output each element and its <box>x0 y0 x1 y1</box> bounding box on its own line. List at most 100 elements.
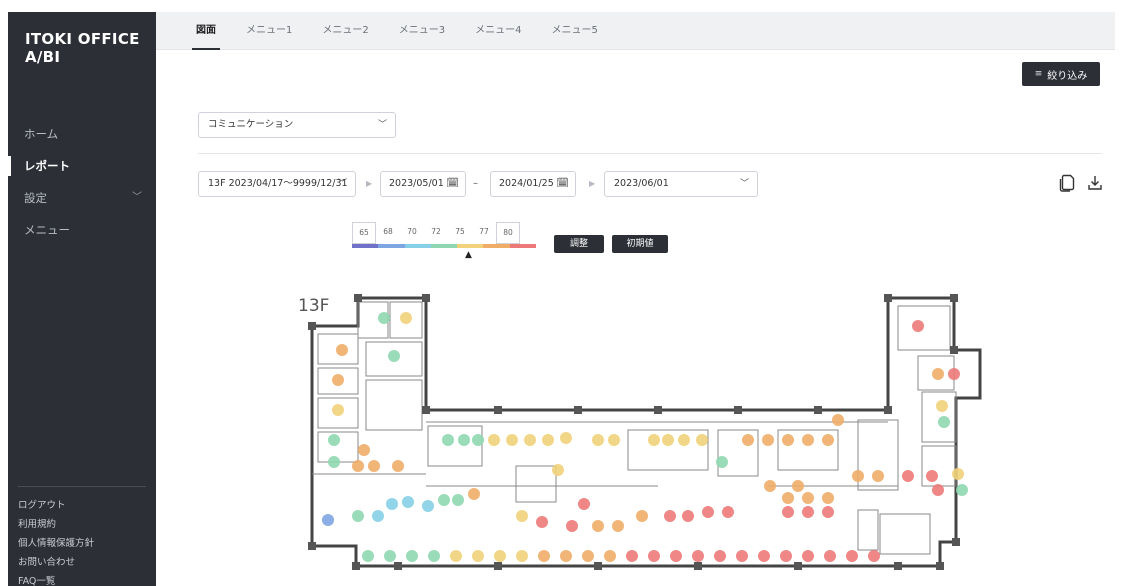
occupancy-dot <box>822 492 834 504</box>
occupancy-dot <box>428 550 440 562</box>
sidebar: ITOKI OFFICE A/BI ホーム レポート 設定 ﹀ メニュー ログアウ… <box>8 12 156 586</box>
sidebar-item-home[interactable]: ホーム <box>8 118 156 150</box>
column-marker <box>734 406 742 414</box>
occupancy-dot <box>604 550 616 562</box>
occupancy-dot <box>802 506 814 518</box>
occupancy-dot <box>442 434 454 446</box>
tab-menu-1[interactable]: メニュー1 <box>246 12 292 50</box>
tab-menu-4[interactable]: メニュー4 <box>475 12 521 50</box>
sidebar-divider <box>18 486 146 487</box>
terms-link[interactable]: 利用規約 <box>18 515 94 534</box>
sidebar-item-report[interactable]: レポート <box>8 150 156 182</box>
scale-label: 77 <box>479 227 489 236</box>
tab-menu-3[interactable]: メニュー3 <box>399 12 445 50</box>
occupancy-dot <box>516 550 528 562</box>
column-marker <box>422 406 430 414</box>
occupancy-dot <box>648 550 660 562</box>
scale-color-segment <box>404 244 431 248</box>
sidebar-item-menu[interactable]: メニュー <box>8 214 156 246</box>
heat-scale-bar <box>352 244 536 248</box>
floor-plan[interactable]: 13F <box>298 290 988 586</box>
chevron-down-icon: ﹀ <box>377 120 387 130</box>
column-marker <box>354 294 362 302</box>
adjust-button[interactable]: 調整 <box>554 235 604 253</box>
occupancy-dot <box>392 460 404 472</box>
occupancy-dot <box>552 464 564 476</box>
contact-link[interactable]: お問い合わせ <box>18 553 94 572</box>
occupancy-dot <box>722 506 734 518</box>
scale-color-segment <box>352 244 379 248</box>
tab-floorplan[interactable]: 図面 <box>192 12 220 50</box>
column-marker <box>794 562 802 570</box>
occupancy-dot <box>372 510 384 522</box>
download-icon[interactable] <box>1087 174 1103 192</box>
start-date-input[interactable]: 2023/05/01 🗓 <box>380 171 466 197</box>
arrow-right-icon: ▶ <box>589 179 596 188</box>
sidebar-item-settings[interactable]: 設定 ﹀ <box>8 182 156 214</box>
reset-default-button[interactable]: 初期値 <box>612 235 668 253</box>
column-marker <box>894 562 902 570</box>
occupancy-dot <box>662 434 674 446</box>
heat-scale-labels: 65 68 70 72 75 77 80 <box>352 222 520 244</box>
occupancy-dot <box>802 434 814 446</box>
occupancy-dot <box>932 484 944 496</box>
column-marker <box>494 562 502 570</box>
column-marker <box>422 294 430 302</box>
privacy-link[interactable]: 個人情報保護方針 <box>18 534 94 553</box>
month-select[interactable]: 2023/06/01 ﹀ <box>604 171 758 197</box>
floor-plan-drawing <box>308 294 982 570</box>
occupancy-dot <box>378 312 390 324</box>
occupancy-dot <box>536 516 548 528</box>
tab-menu-5[interactable]: メニュー5 <box>552 12 598 50</box>
tab-menu-2[interactable]: メニュー2 <box>322 12 368 50</box>
calendar-icon[interactable]: 🗓 <box>446 172 459 196</box>
brand-logo[interactable]: ITOKI OFFICE A/BI <box>25 30 140 66</box>
floor-period-select[interactable]: 13F 2023/04/17〜9999/12/31 ﹀ <box>198 171 356 197</box>
communication-select[interactable]: コミュニケーション ﹀ <box>198 112 396 138</box>
occupancy-dot <box>458 434 470 446</box>
scale-color-segment <box>430 244 458 248</box>
copy-icon[interactable] <box>1059 174 1075 192</box>
column-marker <box>884 294 892 302</box>
occupancy-dot <box>332 374 344 386</box>
column-marker <box>594 562 602 570</box>
end-date-input[interactable]: 2024/01/25 🗓 <box>490 171 576 197</box>
month-select-value: 2023/06/01 <box>614 178 669 189</box>
occupancy-dot <box>762 434 774 446</box>
occupancy-dot <box>582 550 594 562</box>
section-divider <box>198 153 1102 154</box>
main-panel: ≡ 絞り込み コミュニケーション ﹀ 13F 2023/04/17〜9999/1… <box>184 50 1116 586</box>
occupancy-dot <box>560 550 572 562</box>
chevron-down-icon: ﹀ <box>132 192 142 203</box>
occupancy-dot <box>682 510 694 522</box>
sidebar-nav: ホーム レポート 設定 ﹀ メニュー <box>8 118 156 246</box>
occupancy-dot <box>592 434 604 446</box>
communication-select-value: コミュニケーション <box>208 119 294 130</box>
column-marker <box>694 562 702 570</box>
column-marker <box>950 294 958 302</box>
scale-marker-icon[interactable]: ▲ <box>465 250 472 260</box>
column-marker <box>654 406 662 414</box>
scale-label-max: 80 <box>496 222 520 244</box>
sidebar-footer-links: ログアウト 利用規約 個人情報保護方針 お問い合わせ FAQ一覧 <box>18 496 94 586</box>
occupancy-dot <box>832 414 844 426</box>
occupancy-dot <box>612 520 624 532</box>
logout-link[interactable]: ログアウト <box>18 496 94 515</box>
filter-button[interactable]: ≡ 絞り込み <box>1022 62 1100 86</box>
occupancy-dot <box>802 550 814 562</box>
scale-label: 68 <box>383 227 393 236</box>
occupancy-dot <box>912 320 924 332</box>
occupancy-dot <box>956 484 968 496</box>
occupancy-dot <box>764 480 776 492</box>
tabs: 図面 メニュー1 メニュー2 メニュー3 メニュー4 メニュー5 <box>192 12 628 50</box>
occupancy-dot <box>648 434 660 446</box>
occupancy-dot <box>782 492 794 504</box>
column-marker <box>352 562 360 570</box>
chevron-down-icon: ﹀ <box>337 179 347 189</box>
column-marker <box>950 346 958 354</box>
column-marker <box>814 406 822 414</box>
calendar-icon[interactable]: 🗓 <box>556 172 569 196</box>
occupancy-dot <box>488 434 500 446</box>
faq-link[interactable]: FAQ一覧 <box>18 572 94 586</box>
occupancy-dot <box>664 510 676 522</box>
